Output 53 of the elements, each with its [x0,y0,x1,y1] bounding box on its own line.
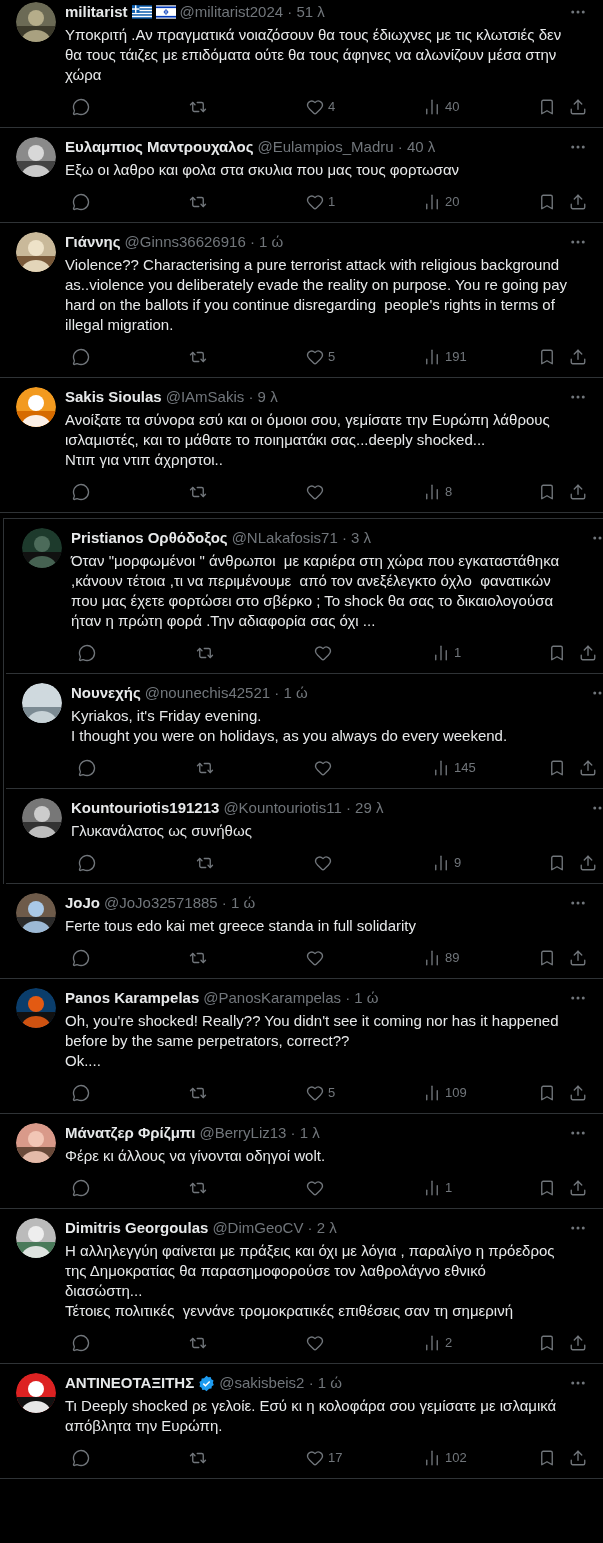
user-name[interactable]: JoJo [65,891,100,915]
tweet-text: Kyriakos, it's Friday evening. I thought you were on holidays, as you always do every weekend. [71,706,509,746]
tweet-text: Όταν "μορφωμένοι " άνθρωποι με καριέρα στη χώρα που εγκαταστάθηκα ,κάνουν τέτοια ,τι να περιμένουμε από τον ανεξέλεγκτο όχλο φανατικών που μας έχετε φορτώσει στο σβέρκο ; Το shock θα σας το δικαιολογούσα ήταν η πρώτη φορά .Την αδιαφορία σας όχι ... [71,551,561,631]
handle-and-time: @NLakafosis71 · 3 λ [231,527,372,548]
handle-and-time: @sakisbeis2 · 1 ώ [219,1372,342,1393]
count: 102 [445,1449,467,1468]
user-name[interactable]: Kountouriotis191213 [71,796,220,820]
count: 1 [328,193,336,212]
count: 20 [445,193,460,212]
count: 5 [328,1084,336,1103]
tweet-text: Η αλληλεγγύη φαίνεται με πράξεις και όχι με λόγια , παραλίγο η πρόεδρος της Δημοκρατίας θα παρασημοφορούσε τον λαθρολάγνο εθνικό διασώστη... Τέτοιες πολιτικές γεννάνε τρομοκρατικές επιθέσεις σαν τη σημερινή [65,1241,556,1321]
tweet-text: Εξω οι λαθρο και φολα στα σκυλια που μας τους φορτωσαν [65,160,461,180]
handle-and-time: @DimGeoCV · 2 λ [212,1217,337,1238]
count: 145 [454,759,476,778]
user-name[interactable]: Γιάννης [65,230,121,254]
tweet-text: Γλυκανάλατος ως συνήθως [71,821,253,841]
user-name[interactable]: Ευλαμπιος Μαντρουχαλος [65,135,254,159]
handle-and-time: @JoJo32571885 · 1 ώ [104,892,256,913]
handle-and-time: @militarist2024 · 51 λ [179,1,325,22]
count: 89 [445,949,460,968]
count: 1 [454,644,462,663]
user-name[interactable]: Sakis Sioulas [65,385,162,409]
tweet-text: Φέρε κι άλλους να γίνονται οδηγοί wolt. [65,1146,327,1166]
user-name[interactable]: Μάνατζερ Φρίζμπι [65,1121,196,1145]
handle-and-time: @Kountouriotis11 · 29 λ [223,797,384,818]
handle-and-time: @PanosKarampelas · 1 ώ [203,987,379,1008]
handle-and-time: @Eulampios_Madru · 40 λ [257,136,436,157]
count: 109 [445,1084,467,1103]
user-name[interactable]: militarist [65,0,128,24]
handle-and-time: @nounechis42521 · 1 ώ [144,682,308,703]
user-name[interactable]: ΑΝΤΙΝΕΟΤΑΞΙΤΗΣ [65,1371,195,1395]
count: 1 [445,1179,453,1198]
user-name[interactable]: Panos Karampelas [65,986,200,1010]
handle-and-time: @BerryLiz13 · 1 λ [199,1122,320,1143]
tweet-text: Ανοίξατε τα σύνορα εσύ και οι όμοιοι σου, γεμίσατε την Ευρώπη λάθρους ισλαμιστές, και το μάθατε το ποιηματάκι σας...deeply shocked... Ντιπ για ντιπ άχρηστοι.. [65,410,551,470]
handle-and-time: @IAmSakis · 9 λ [165,386,278,407]
count: 9 [454,854,462,873]
user-name[interactable]: Νουνεχής [71,681,141,705]
tweet-text: Ferte tous edo kai met greece standa in full solidarity [65,916,417,936]
handle-and-time: @Ginns36626916 · 1 ώ [124,231,284,252]
count: 8 [445,483,453,502]
tweet-text: Oh, you're shocked! Really?? You didn't see it coming nor has it happened before by the same perpetrators, correct?? Ok.... [65,1011,560,1071]
count: 191 [445,348,467,367]
user-name[interactable]: Pristianos Ορθόδοξος [71,526,228,550]
tweet-text: Τι Deeply shocked ρε γελοίε. Εσύ κι η κολοφάρα σου γεμίσατε με ισλαμικά απόβλητα την Ευρώπη. [65,1396,558,1436]
user-name[interactable]: Dimitris Georgoulas [65,1216,209,1240]
count: 17 [328,1449,343,1468]
count: 2 [445,1334,453,1353]
count: 5 [328,348,336,367]
tweet-text: Violence?? Characterising a pure terrorist attack with religious background as..violence you deliberately evade the reality on purpose. You re going pay hard on the ballots if you continue disregarding people's rights in terms of illegal migration. [65,255,568,335]
count: 4 [328,98,336,117]
count: 40 [445,98,460,117]
tweet-text: Υποκριτή .Αν πραγματικά νοιαζόσουν θα τους έδιωχνες με τις κλωτσιές δεν θα τους τάιζες με επιδόματα ούτε θα τους άφηνες να αλωνίζουν μέσα στην χώρα [65,25,563,85]
